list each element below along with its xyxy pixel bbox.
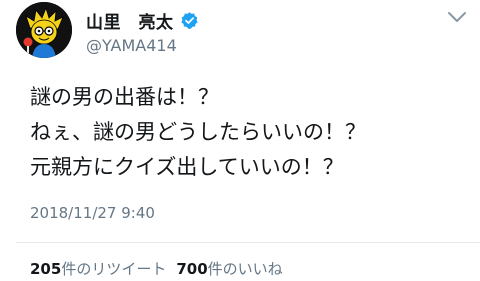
verified-badge-icon bbox=[180, 11, 198, 29]
likes-stat[interactable]: 700件のいいね bbox=[176, 260, 282, 278]
divider bbox=[16, 242, 480, 243]
cartoon-avatar-icon bbox=[16, 2, 72, 58]
tweet-line: 謎の男の出番は！？ bbox=[30, 85, 219, 109]
tweet-timestamp[interactable]: 2018/11/27 9:40 bbox=[30, 204, 155, 222]
tweet-line: 元親方にクイズ出していいの！？ bbox=[30, 155, 344, 179]
tweet-text: 謎の男の出番は！？ ねぇ、謎の男どうしたらいいの！？ 元親方にクイズ出していいの… bbox=[30, 80, 366, 185]
retweets-count: 205 bbox=[30, 260, 62, 278]
engagement-stats: 205件のリツイート 700件のいいね bbox=[30, 258, 283, 279]
name-row: 山里 亮太 bbox=[86, 8, 199, 33]
tweet-line: ねぇ、謎の男どうしたらいいの！？ bbox=[30, 120, 366, 144]
user-handle[interactable]: @YAMA414 bbox=[86, 36, 177, 55]
likes-label: 件のいいね bbox=[207, 260, 283, 278]
retweets-stat[interactable]: 205件のリツイート bbox=[30, 260, 166, 278]
retweets-label: 件のリツイート bbox=[61, 260, 167, 278]
display-name[interactable]: 山里 亮太 bbox=[86, 8, 174, 33]
likes-count: 700 bbox=[176, 260, 208, 278]
chevron-down-icon[interactable] bbox=[446, 10, 468, 24]
avatar[interactable] bbox=[16, 2, 72, 58]
